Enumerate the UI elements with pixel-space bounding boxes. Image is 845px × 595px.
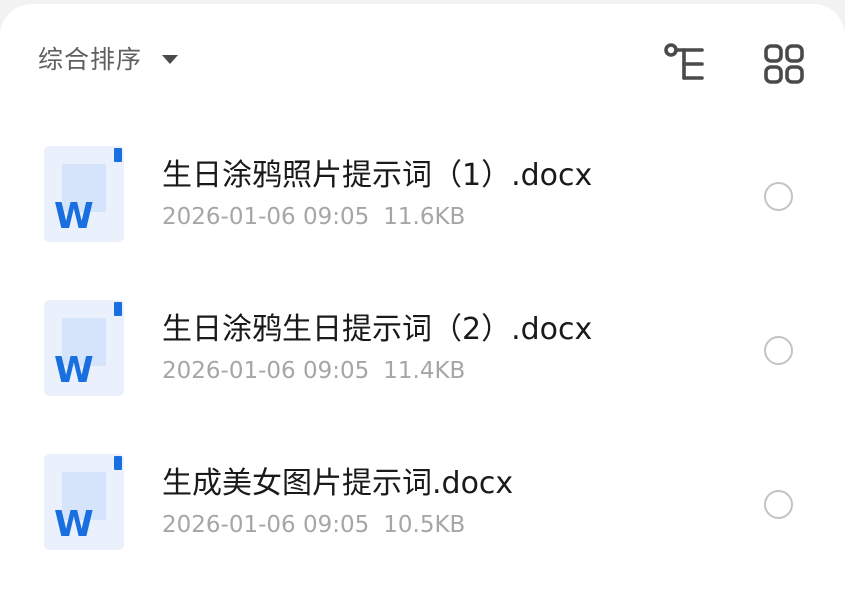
svg-text:W: W bbox=[54, 504, 94, 545]
word-doc-icon: W bbox=[42, 452, 126, 552]
grid-view-icon[interactable] bbox=[760, 40, 808, 88]
file-date: 2026-01-06 09:05 bbox=[162, 204, 370, 230]
file-meta: 2026-01-06 09:05 11.4KB bbox=[162, 358, 465, 384]
svg-text:W: W bbox=[54, 196, 94, 237]
file-meta: 2026-01-06 09:05 10.5KB bbox=[162, 512, 465, 538]
word-doc-icon: W bbox=[42, 298, 126, 398]
svg-text:W: W bbox=[54, 350, 94, 391]
toolbar: 综合排序 bbox=[0, 4, 845, 120]
file-row[interactable]: W 生日涂鸦照片提示词（1）.docx 2026-01-06 09:05 11.6… bbox=[0, 120, 845, 274]
file-date: 2026-01-06 09:05 bbox=[162, 512, 370, 538]
file-row[interactable]: W 生成美女图片提示词.docx 2026-01-06 09:05 10.5KB bbox=[0, 428, 845, 582]
select-radio[interactable] bbox=[764, 336, 793, 365]
word-doc-icon: W bbox=[42, 144, 126, 244]
file-size: 11.6KB bbox=[383, 204, 466, 230]
file-name: 生日涂鸦照片提示词（1）.docx bbox=[162, 158, 593, 193]
sort-dropdown[interactable]: 综合排序 bbox=[38, 40, 179, 76]
file-meta: 2026-01-06 09:05 11.6KB bbox=[162, 204, 465, 230]
sort-label: 综合排序 bbox=[38, 45, 143, 74]
caret-down-icon bbox=[162, 55, 179, 64]
file-size: 11.4KB bbox=[383, 358, 466, 384]
tree-view-icon[interactable] bbox=[662, 40, 710, 88]
file-date: 2026-01-06 09:05 bbox=[162, 358, 370, 384]
file-name: 生成美女图片提示词.docx bbox=[162, 466, 514, 501]
select-radio[interactable] bbox=[764, 490, 793, 519]
file-size: 10.5KB bbox=[383, 512, 466, 538]
select-radio[interactable] bbox=[764, 182, 793, 211]
file-list: W 生日涂鸦照片提示词（1）.docx 2026-01-06 09:05 11.6… bbox=[0, 120, 845, 582]
file-row[interactable]: W 生日涂鸦生日提示词（2）.docx 2026-01-06 09:05 11.4… bbox=[0, 274, 845, 428]
file-browser-sheet: 综合排序 W 生日涂鸦照片提示词（1）.docx 2026-01-06 09:0… bbox=[0, 4, 845, 595]
file-name: 生日涂鸦生日提示词（2）.docx bbox=[162, 312, 593, 347]
